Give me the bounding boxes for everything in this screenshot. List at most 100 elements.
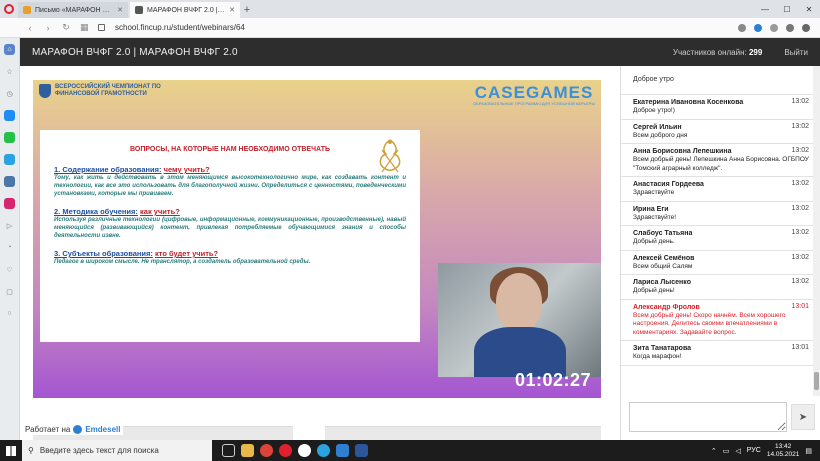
section-3-label: 3. Субъекты образования: [54, 249, 153, 258]
heart-icon[interactable]: ♡ [4, 264, 15, 275]
notifications-icon[interactable]: ▤ [805, 447, 812, 455]
message-text: Добрый день. [633, 238, 675, 245]
url-field[interactable]: school.fincup.ru/student/webinars/64 [115, 23, 245, 32]
page-title: МАРАФОН ВЧФГ 2.0 | МАРАФОН ВЧФГ 2.0 [32, 46, 238, 58]
message-time: 13:01 [791, 302, 809, 310]
taskbar-search[interactable]: ⚲ Введите здесь текст для поиска [22, 440, 212, 461]
browser-tab-bar: Письмо «МАРАФОН ВЧФ ✕ МАРАФОН ВЧФГ 2.0 |… [0, 0, 820, 18]
yandex-icon[interactable] [298, 444, 311, 457]
vk-icon[interactable] [4, 176, 15, 187]
message-author: Екатерина Ивановна Косенкова [633, 99, 744, 106]
explorer-icon[interactable] [241, 444, 254, 457]
chat-message-partial: Доброе утро [621, 66, 813, 95]
powered-by-label: Работает на [25, 425, 71, 434]
clock[interactable]: 13:42 14.05.2021 [767, 443, 800, 459]
box-icon[interactable]: ▢ [4, 286, 15, 297]
casegames-subtitle: ОБРАЗОВАТЕЛЬНЫЕ ПРОГРАММЫ ДЛЯ УСПЕШНОЙ К… [473, 101, 595, 106]
logout-link[interactable]: Выйти [784, 48, 808, 57]
lock-icon[interactable] [98, 24, 105, 31]
tab-mail[interactable]: Письмо «МАРАФОН ВЧФ ✕ [18, 2, 128, 18]
star-icon[interactable]: ☆ [4, 66, 15, 77]
mail-favicon-icon [23, 6, 31, 14]
whatsapp-icon[interactable] [4, 132, 15, 143]
powered-by-brand[interactable]: Emdesell [85, 425, 120, 434]
message-time: 13:02 [791, 278, 809, 285]
section-3-question: кто будет учить? [155, 249, 219, 258]
telegram-icon[interactable] [317, 444, 330, 457]
message-author: Слабоус Татьяна [633, 230, 693, 237]
chevron-up-icon[interactable]: ⌃ [711, 447, 717, 455]
opera-sidebar: ⌂ ☆ ◷ ▷ ◔ ♡ ▢ ○ [0, 38, 20, 440]
chat-message: Лариса Лысенко 13:02 Добрый день! [621, 275, 813, 300]
chat-message: Ирина Еги 13:02 Здравствуйте! [621, 202, 813, 226]
message-text: Всем доброго дня [633, 131, 688, 139]
speaker-webcam [438, 263, 601, 377]
message-author: Анна Борисовна Лепешкина [633, 148, 732, 155]
forward-icon[interactable]: › [44, 23, 52, 33]
close-window-icon[interactable]: ✕ [798, 5, 820, 14]
chat-message: Анна Борисовна Лепешкина 13:02 Всем добр… [621, 144, 813, 177]
reload-icon[interactable]: ↻ [62, 22, 70, 33]
chat-panel: Доброе утро Екатерина Ивановна Косенкова… [620, 66, 820, 440]
close-tab-icon[interactable]: ✕ [229, 6, 235, 14]
back-icon[interactable]: ‹ [26, 23, 34, 33]
windows-taskbar: ⚲ Введите здесь текст для поиска ⌃ ▭ ◁ Р… [0, 440, 820, 461]
speed-dial-icon[interactable]: ▦ [80, 22, 89, 33]
system-tray: ⌃ ▭ ◁ РУС 13:42 14.05.2021 ▤ [711, 443, 820, 459]
slide-title: ВОПРОСЫ, НА КОТОРЫЕ НАМ НЕОБХОДИМО ОТВЕЧ… [130, 146, 330, 153]
webinar-area: ВСЕРОССИЙСКИЙ ЧЕМПИОНАТ ПО ФИНАНСОВОЙ ГР… [20, 66, 620, 440]
telegram-icon[interactable] [4, 154, 15, 165]
home-icon[interactable]: ⌂ [4, 44, 15, 55]
section-2-heading: 2. Методика обучения: как учить? [54, 207, 406, 216]
chrome-icon[interactable] [260, 444, 273, 457]
video-player[interactable]: ВСЕРОССИЙСКИЙ ЧЕМПИОНАТ ПО ФИНАНСОВОЙ ГР… [33, 80, 601, 398]
instagram-icon[interactable] [4, 198, 15, 209]
opera-icon[interactable] [279, 444, 292, 457]
scrollbar-thumb[interactable] [814, 372, 819, 390]
windows-start-icon[interactable] [0, 440, 22, 461]
volume-icon[interactable]: ◁ [735, 447, 740, 455]
maximize-icon[interactable]: ☐ [776, 5, 798, 14]
minimize-icon[interactable]: — [754, 5, 776, 14]
language-indicator[interactable]: РУС [747, 447, 761, 454]
message-time: 13:01 [791, 344, 809, 351]
send-button[interactable]: ➤ [791, 404, 815, 430]
message-text: Всем добрый день! Лепешкина Анна Борисов… [633, 156, 809, 172]
shield-icon[interactable] [754, 23, 762, 32]
opera-logo-icon[interactable] [0, 0, 18, 18]
site-header: МАРАФОН ВЧФГ 2.0 | МАРАФОН ВЧФГ 2.0 Учас… [20, 38, 820, 66]
message-time: 13:02 [791, 122, 809, 130]
message-author: Александр Фролов [633, 303, 700, 311]
download-icon[interactable] [786, 23, 794, 32]
message-text: Добрый день! [633, 287, 675, 294]
clock-icon[interactable]: ◔ [4, 242, 15, 253]
chat-scrollbar[interactable] [813, 66, 820, 396]
task-view-icon[interactable] [222, 444, 235, 457]
section-2-body: Используя различные технологии (цифровые… [54, 217, 406, 239]
menu-icon[interactable] [802, 23, 810, 32]
message-time: 13:02 [791, 98, 809, 105]
online-count: 299 [748, 47, 763, 57]
casegames-logo: CASEGAMES ОБРАЗОВАТЕЛЬНЫЕ ПРОГРАММЫ ДЛЯ … [473, 84, 595, 106]
close-tab-icon[interactable]: ✕ [117, 6, 123, 14]
extension-icons [738, 23, 820, 32]
lightbulb-icon[interactable]: ○ [4, 308, 15, 319]
player-icon[interactable]: ▷ [4, 220, 15, 231]
mail-icon[interactable] [336, 444, 349, 457]
camera-icon[interactable] [738, 23, 746, 32]
tab-webinar[interactable]: МАРАФОН ВЧФГ 2.0 | МАР ✕ [130, 2, 240, 18]
message-author: Ирина Еги [633, 205, 669, 213]
word-icon[interactable] [355, 444, 368, 457]
messenger-icon[interactable] [4, 110, 15, 121]
network-icon[interactable]: ▭ [723, 447, 730, 455]
new-tab-button[interactable]: + [240, 2, 254, 18]
history-icon[interactable]: ◷ [4, 88, 15, 99]
heart-icon[interactable] [770, 23, 778, 32]
chat-input[interactable] [629, 402, 787, 432]
tab-title: МАРАФОН ВЧФГ 2.0 | МАР [147, 6, 226, 14]
window-controls: — ☐ ✕ [754, 0, 820, 18]
message-text: Здравствуйте! [633, 213, 677, 221]
message-time: 13:02 [791, 229, 809, 236]
chat-messages: Доброе утро Екатерина Ивановна Косенкова… [621, 66, 813, 396]
info-card [325, 426, 601, 440]
